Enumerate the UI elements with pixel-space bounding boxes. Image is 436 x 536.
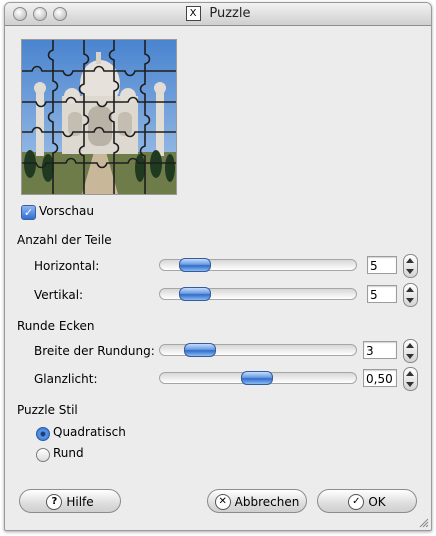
help-icon: ?: [46, 494, 63, 510]
highlight-spin-input[interactable]: 0,50: [363, 369, 397, 387]
puzzle-preview: [21, 39, 177, 195]
radius-slider-thumb[interactable]: [183, 343, 216, 357]
radio-square[interactable]: [36, 427, 50, 441]
help-button[interactable]: ? Hilfe: [19, 489, 121, 513]
radius-stepper-icon[interactable]: [403, 339, 418, 363]
x11-app-icon: X: [185, 6, 201, 21]
radio-round-label[interactable]: Rund: [53, 446, 84, 460]
highlight-stepper-icon[interactable]: [403, 367, 418, 391]
vertical-stepper-icon[interactable]: [403, 283, 418, 307]
horizontal-label: Horizontal:: [34, 259, 100, 273]
title-bar: X Puzzle: [5, 3, 431, 26]
window-title: Puzzle: [209, 6, 251, 21]
help-button-label: Hilfe: [66, 495, 94, 509]
highlight-slider-thumb[interactable]: [241, 371, 273, 385]
radio-square-label[interactable]: Quadratisch: [53, 425, 126, 439]
cancel-button-label: Abbrechen: [234, 495, 300, 509]
puzzle-preview-image: [22, 40, 176, 194]
corners-section-heading: Runde Ecken: [17, 319, 95, 333]
horizontal-slider-thumb[interactable]: [178, 258, 211, 272]
radius-label: Breite der Rundung:: [34, 344, 155, 358]
vertical-spin-input[interactable]: 5: [367, 285, 397, 303]
ok-button-label: OK: [368, 495, 386, 509]
puzzle-dialog: X Puzzle ✓ Vorschau Anzahl der Teile Hor…: [4, 2, 432, 531]
pieces-section-heading: Anzahl der Teile: [17, 233, 112, 247]
window-title-area: X Puzzle: [5, 6, 431, 21]
cancel-icon: ✕: [214, 494, 231, 510]
cancel-button[interactable]: ✕ Abbrechen: [207, 489, 307, 513]
horizontal-stepper-icon[interactable]: [403, 254, 418, 278]
check-icon: ✓: [348, 494, 365, 510]
horizontal-spin-input[interactable]: 5: [367, 256, 397, 274]
radius-spin-input[interactable]: 3: [363, 341, 397, 359]
vertical-slider-thumb[interactable]: [178, 287, 211, 301]
ok-button[interactable]: ✓ OK: [317, 489, 417, 513]
checkmark-icon: ✓: [23, 206, 34, 219]
preview-checkbox[interactable]: ✓: [21, 205, 36, 220]
style-section-heading: Puzzle Stil: [17, 403, 78, 417]
radio-round[interactable]: [36, 448, 50, 462]
highlight-label: Glanzlicht:: [34, 372, 98, 386]
vertical-label: Vertikal:: [34, 288, 84, 302]
preview-checkbox-label[interactable]: Vorschau: [39, 204, 94, 218]
resize-grip-icon[interactable]: [419, 518, 429, 528]
